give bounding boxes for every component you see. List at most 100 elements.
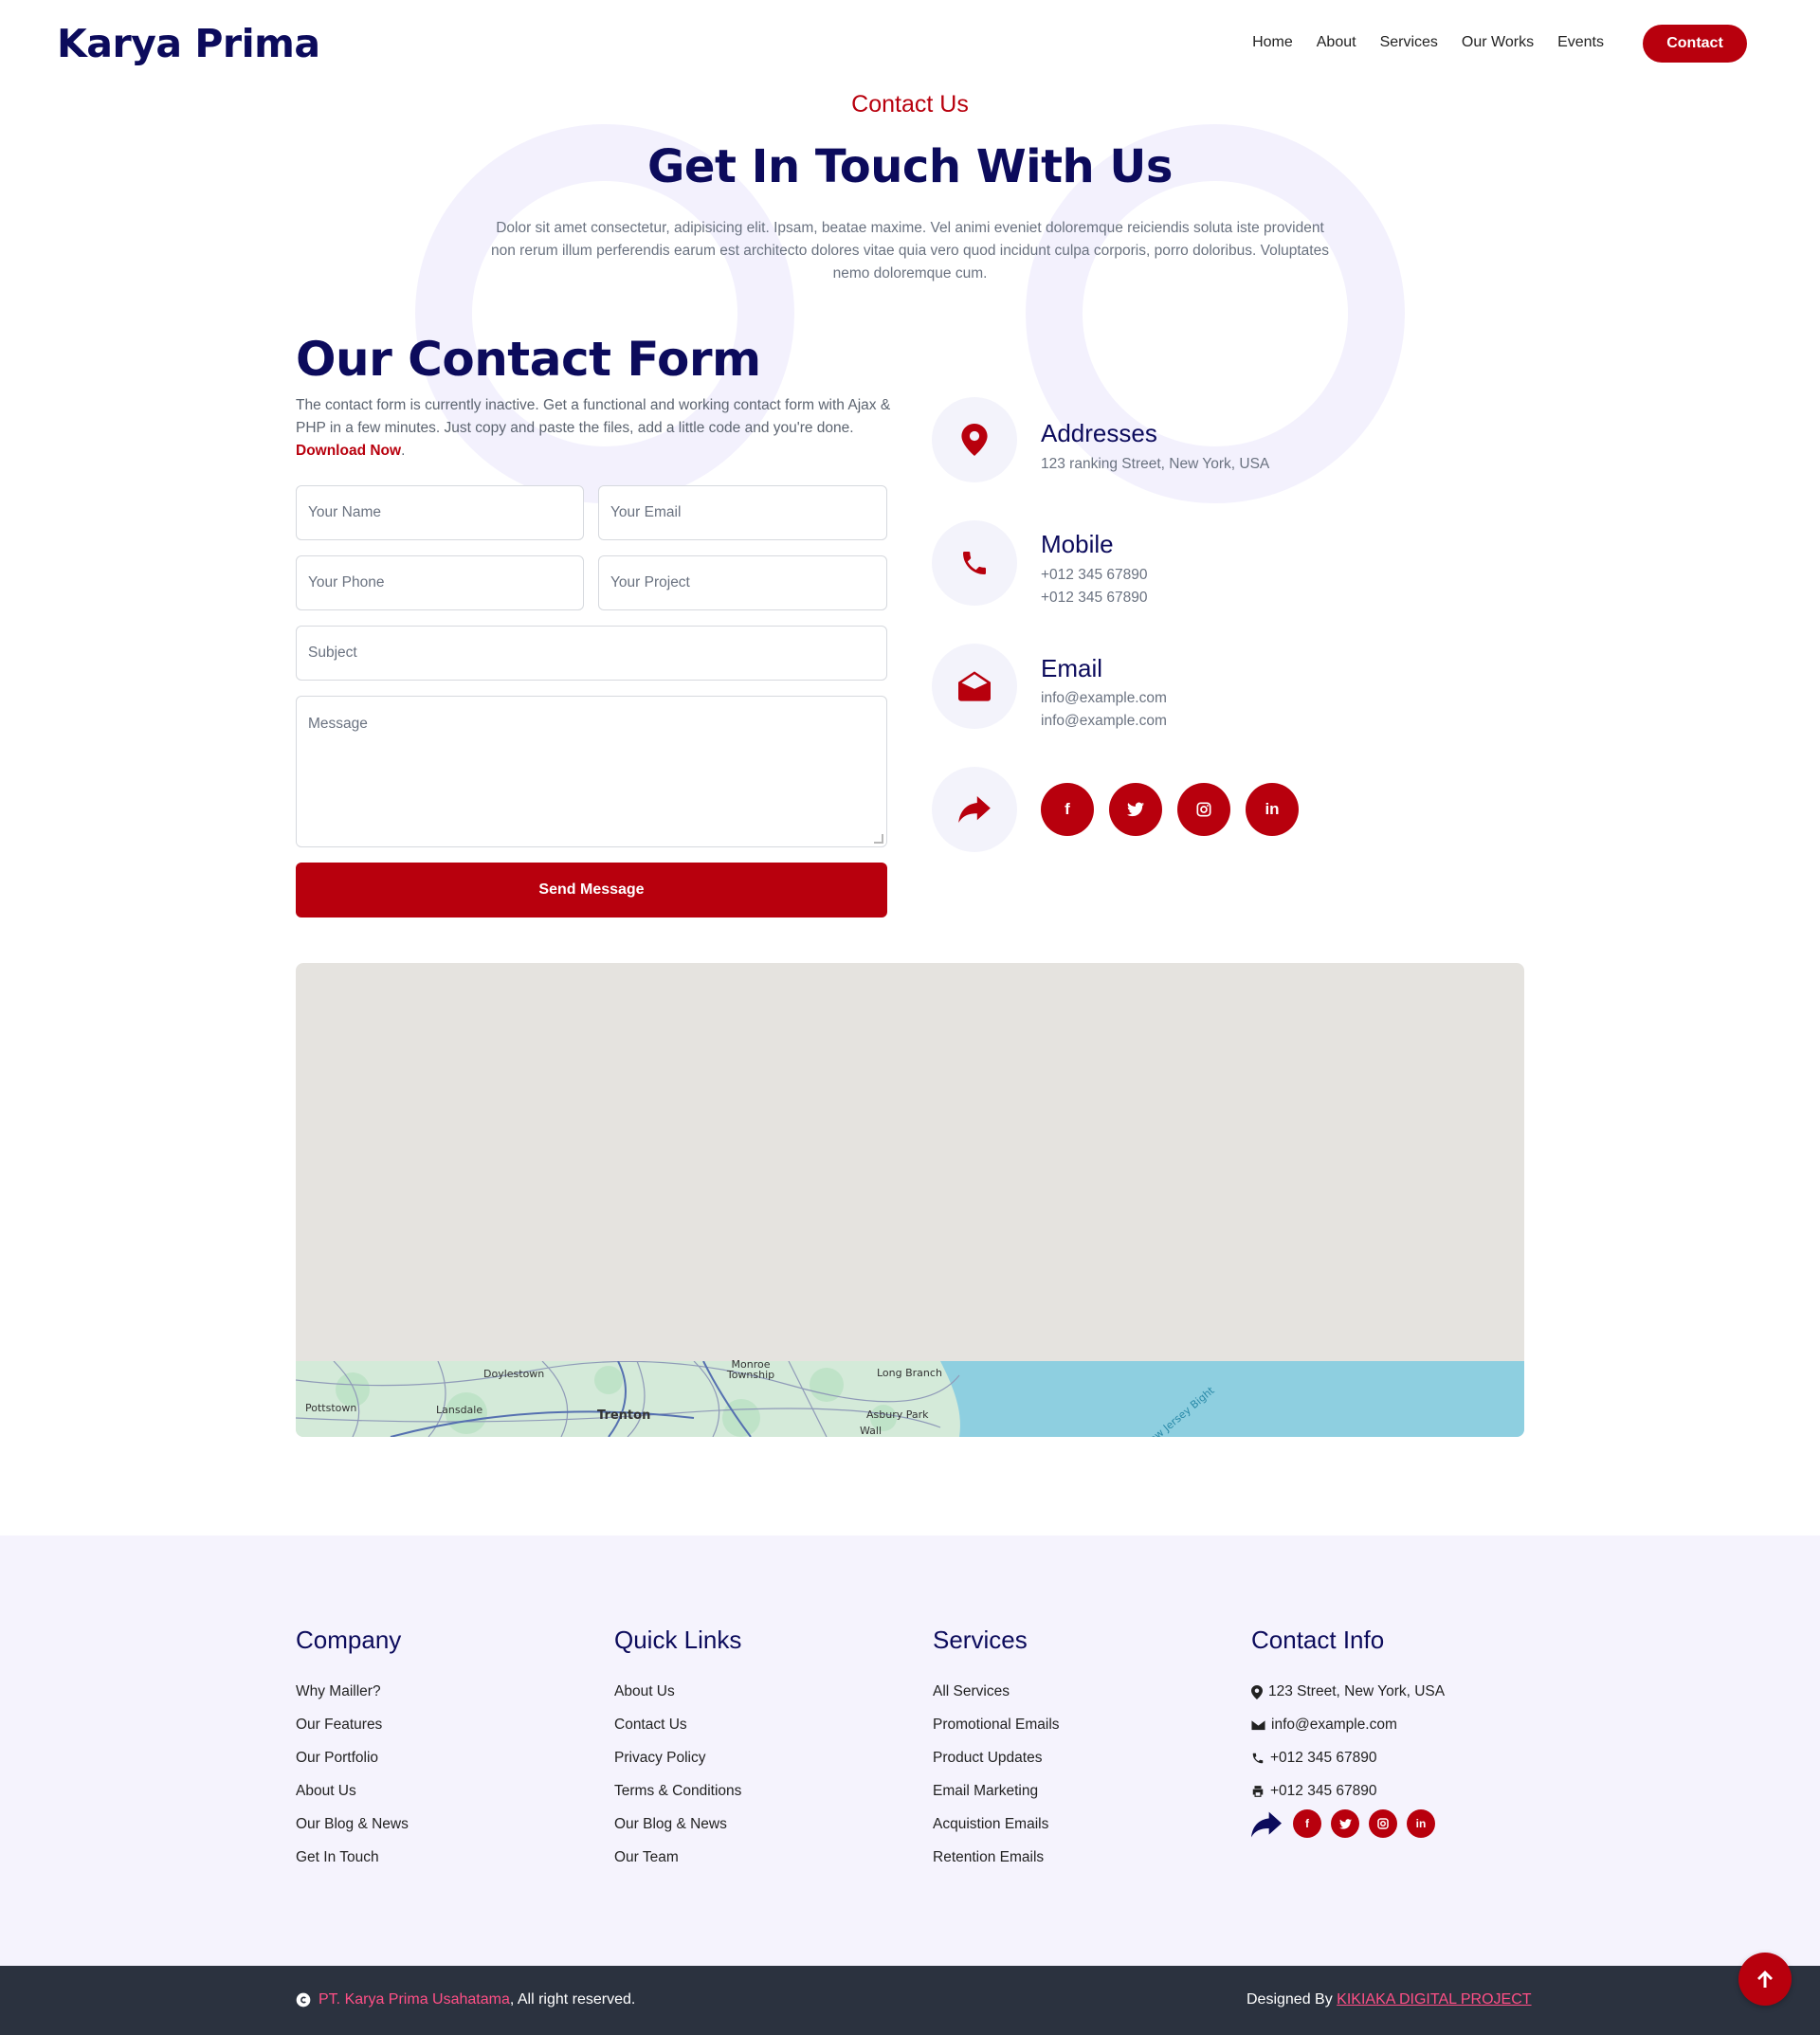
nav-events[interactable]: Events <box>1557 34 1604 51</box>
phone-icon <box>1252 1753 1264 1764</box>
name-placeholder: Your Name <box>308 504 381 520</box>
site-header: Karya Prima Home About Services Our Work… <box>0 0 1820 90</box>
share-icon <box>958 796 991 823</box>
footer-link[interactable]: Contact Us <box>614 1717 687 1734</box>
email-input[interactable]: Your Email <box>598 485 887 540</box>
footer-link[interactable]: Get In Touch <box>296 1849 379 1866</box>
footer-link[interactable]: Retention Emails <box>933 1849 1044 1866</box>
mobile-line-1[interactable]: +012 345 67890 <box>1041 567 1148 584</box>
email-line-1[interactable]: info@example.com <box>1041 690 1167 707</box>
footer-services-title: Services <box>933 1626 1028 1654</box>
form-title: Our Contact Form <box>296 332 761 387</box>
form-description-text: The contact form is currently inactive. … <box>296 397 891 436</box>
copyright-company-link[interactable]: PT. Karya Prima Usahatama <box>318 1991 510 2008</box>
download-now-link[interactable]: Download Now <box>296 443 401 459</box>
send-message-button[interactable]: Send Message <box>296 863 887 918</box>
message-textarea[interactable]: Message <box>296 696 887 847</box>
map-label-lansdale: Lansdale <box>436 1404 483 1416</box>
email-icon-circle <box>932 644 1017 729</box>
share-icon-circle <box>932 767 1017 852</box>
subject-placeholder: Subject <box>308 645 357 661</box>
designed-by-prefix: Designed By <box>1247 1991 1338 2008</box>
hero-eyebrow: Contact Us <box>851 91 969 118</box>
footer-phone: +012 345 67890 <box>1251 1750 1377 1767</box>
subject-input[interactable]: Subject <box>296 626 887 681</box>
footer-company-title: Company <box>296 1626 402 1654</box>
footer-link[interactable]: About Us <box>296 1783 356 1800</box>
footer-address-text: 123 Street, New York, USA <box>1268 1683 1446 1699</box>
brand-logo[interactable]: Karya Prima <box>57 21 320 66</box>
map-label-monroe-township: Monroe Township <box>726 1358 775 1381</box>
mobile-title: Mobile <box>1041 530 1114 558</box>
email-title: Email <box>1041 654 1103 682</box>
form-description: The contact form is currently inactive. … <box>296 397 891 459</box>
designer-link[interactable]: KIKIAKA DIGITAL PROJECT <box>1337 1991 1531 2008</box>
footer-fax-text: +012 345 67890 <box>1270 1783 1377 1799</box>
footer-link[interactable]: Our Features <box>296 1717 382 1734</box>
address-icon-circle <box>932 397 1017 482</box>
footer-quick-links-title: Quick Links <box>614 1626 742 1654</box>
map-label-asbury-park: Asbury Park <box>866 1408 929 1421</box>
map-label-trenton: Trenton <box>597 1408 651 1423</box>
footer-link[interactable]: Product Updates <box>933 1750 1042 1767</box>
footer-link[interactable]: Email Marketing <box>933 1783 1038 1800</box>
nav-home[interactable]: Home <box>1252 34 1293 51</box>
footer-phone-text[interactable]: +012 345 67890 <box>1270 1750 1377 1767</box>
nav-contact-button[interactable]: Contact <box>1643 25 1747 63</box>
footer-link[interactable]: Our Blog & News <box>296 1816 409 1833</box>
linkedin-icon[interactable]: in <box>1246 783 1299 836</box>
footer-link[interactable]: All Services <box>933 1683 1010 1700</box>
address-line: 123 ranking Street, New York, USA <box>1041 456 1270 472</box>
message-placeholder: Message <box>308 716 368 732</box>
footer-link[interactable]: About Us <box>614 1683 675 1700</box>
designed-by: Designed By KIKIAKA DIGITAL PROJECT <box>1247 1991 1532 2008</box>
footer-link[interactable]: Our Team <box>614 1849 679 1866</box>
footer-email-text[interactable]: info@example.com <box>1271 1717 1397 1734</box>
project-input[interactable]: Your Project <box>598 555 887 610</box>
footer-link[interactable]: Terms & Conditions <box>614 1783 741 1800</box>
mobile-icon-circle <box>932 520 1017 606</box>
footer-link[interactable]: Our Blog & News <box>614 1816 727 1833</box>
nav-our-works[interactable]: Our Works <box>1462 34 1534 51</box>
location-map[interactable]: Pottstown Lansdale Doylestown Trenton Mo… <box>296 963 1524 1437</box>
email-placeholder: Your Email <box>610 504 682 520</box>
email-line-2[interactable]: info@example.com <box>1041 713 1167 730</box>
facebook-icon[interactable]: f <box>1293 1809 1321 1838</box>
main-nav: Home About Services Our Works Events <box>1228 34 1604 51</box>
footer-link[interactable]: Why Mailler? <box>296 1683 381 1700</box>
footer-address: 123 Street, New York, USA <box>1251 1683 1445 1700</box>
hero-title: Get In Touch With Us <box>647 140 1173 193</box>
phone-icon <box>963 552 986 574</box>
bottom-bar <box>0 1966 1820 2035</box>
mobile-line-2[interactable]: +012 345 67890 <box>1041 590 1148 607</box>
address-title: Addresses <box>1041 419 1157 447</box>
instagram-icon[interactable] <box>1177 783 1230 836</box>
footer-link[interactable]: Acquistion Emails <box>933 1816 1048 1833</box>
footer-link[interactable]: Privacy Policy <box>614 1750 705 1767</box>
printer-icon <box>1252 1786 1264 1797</box>
name-input[interactable]: Your Name <box>296 485 584 540</box>
phone-input[interactable]: Your Phone <box>296 555 584 610</box>
nav-services[interactable]: Services <box>1380 34 1438 51</box>
facebook-icon[interactable]: f <box>1041 783 1094 836</box>
resize-handle[interactable] <box>874 834 883 844</box>
footer-link[interactable]: Our Portfolio <box>296 1750 378 1767</box>
envelope-icon <box>1251 1719 1265 1731</box>
footer-contact-title: Contact Info <box>1251 1626 1385 1654</box>
copyright-icon <box>296 1992 311 2008</box>
hero-description: Dolor sit amet consectetur, adipisicing … <box>491 220 1329 282</box>
linkedin-icon[interactable]: in <box>1407 1809 1435 1838</box>
copyright-text: , All right reserved. <box>509 1991 636 2008</box>
phone-placeholder: Your Phone <box>308 574 385 591</box>
instagram-icon[interactable] <box>1369 1809 1397 1838</box>
map-pin-icon <box>961 424 988 456</box>
twitter-icon[interactable] <box>1331 1809 1359 1838</box>
twitter-icon[interactable] <box>1109 783 1162 836</box>
nav-about[interactable]: About <box>1317 34 1356 51</box>
map-label-wall: Wall <box>860 1425 883 1437</box>
footer-link[interactable]: Promotional Emails <box>933 1717 1060 1734</box>
back-to-top-button[interactable] <box>1738 1953 1792 2006</box>
site-footer <box>0 1535 1820 1966</box>
arrow-up-icon <box>1757 1971 1773 1988</box>
footer-fax: +012 345 67890 <box>1251 1783 1377 1800</box>
